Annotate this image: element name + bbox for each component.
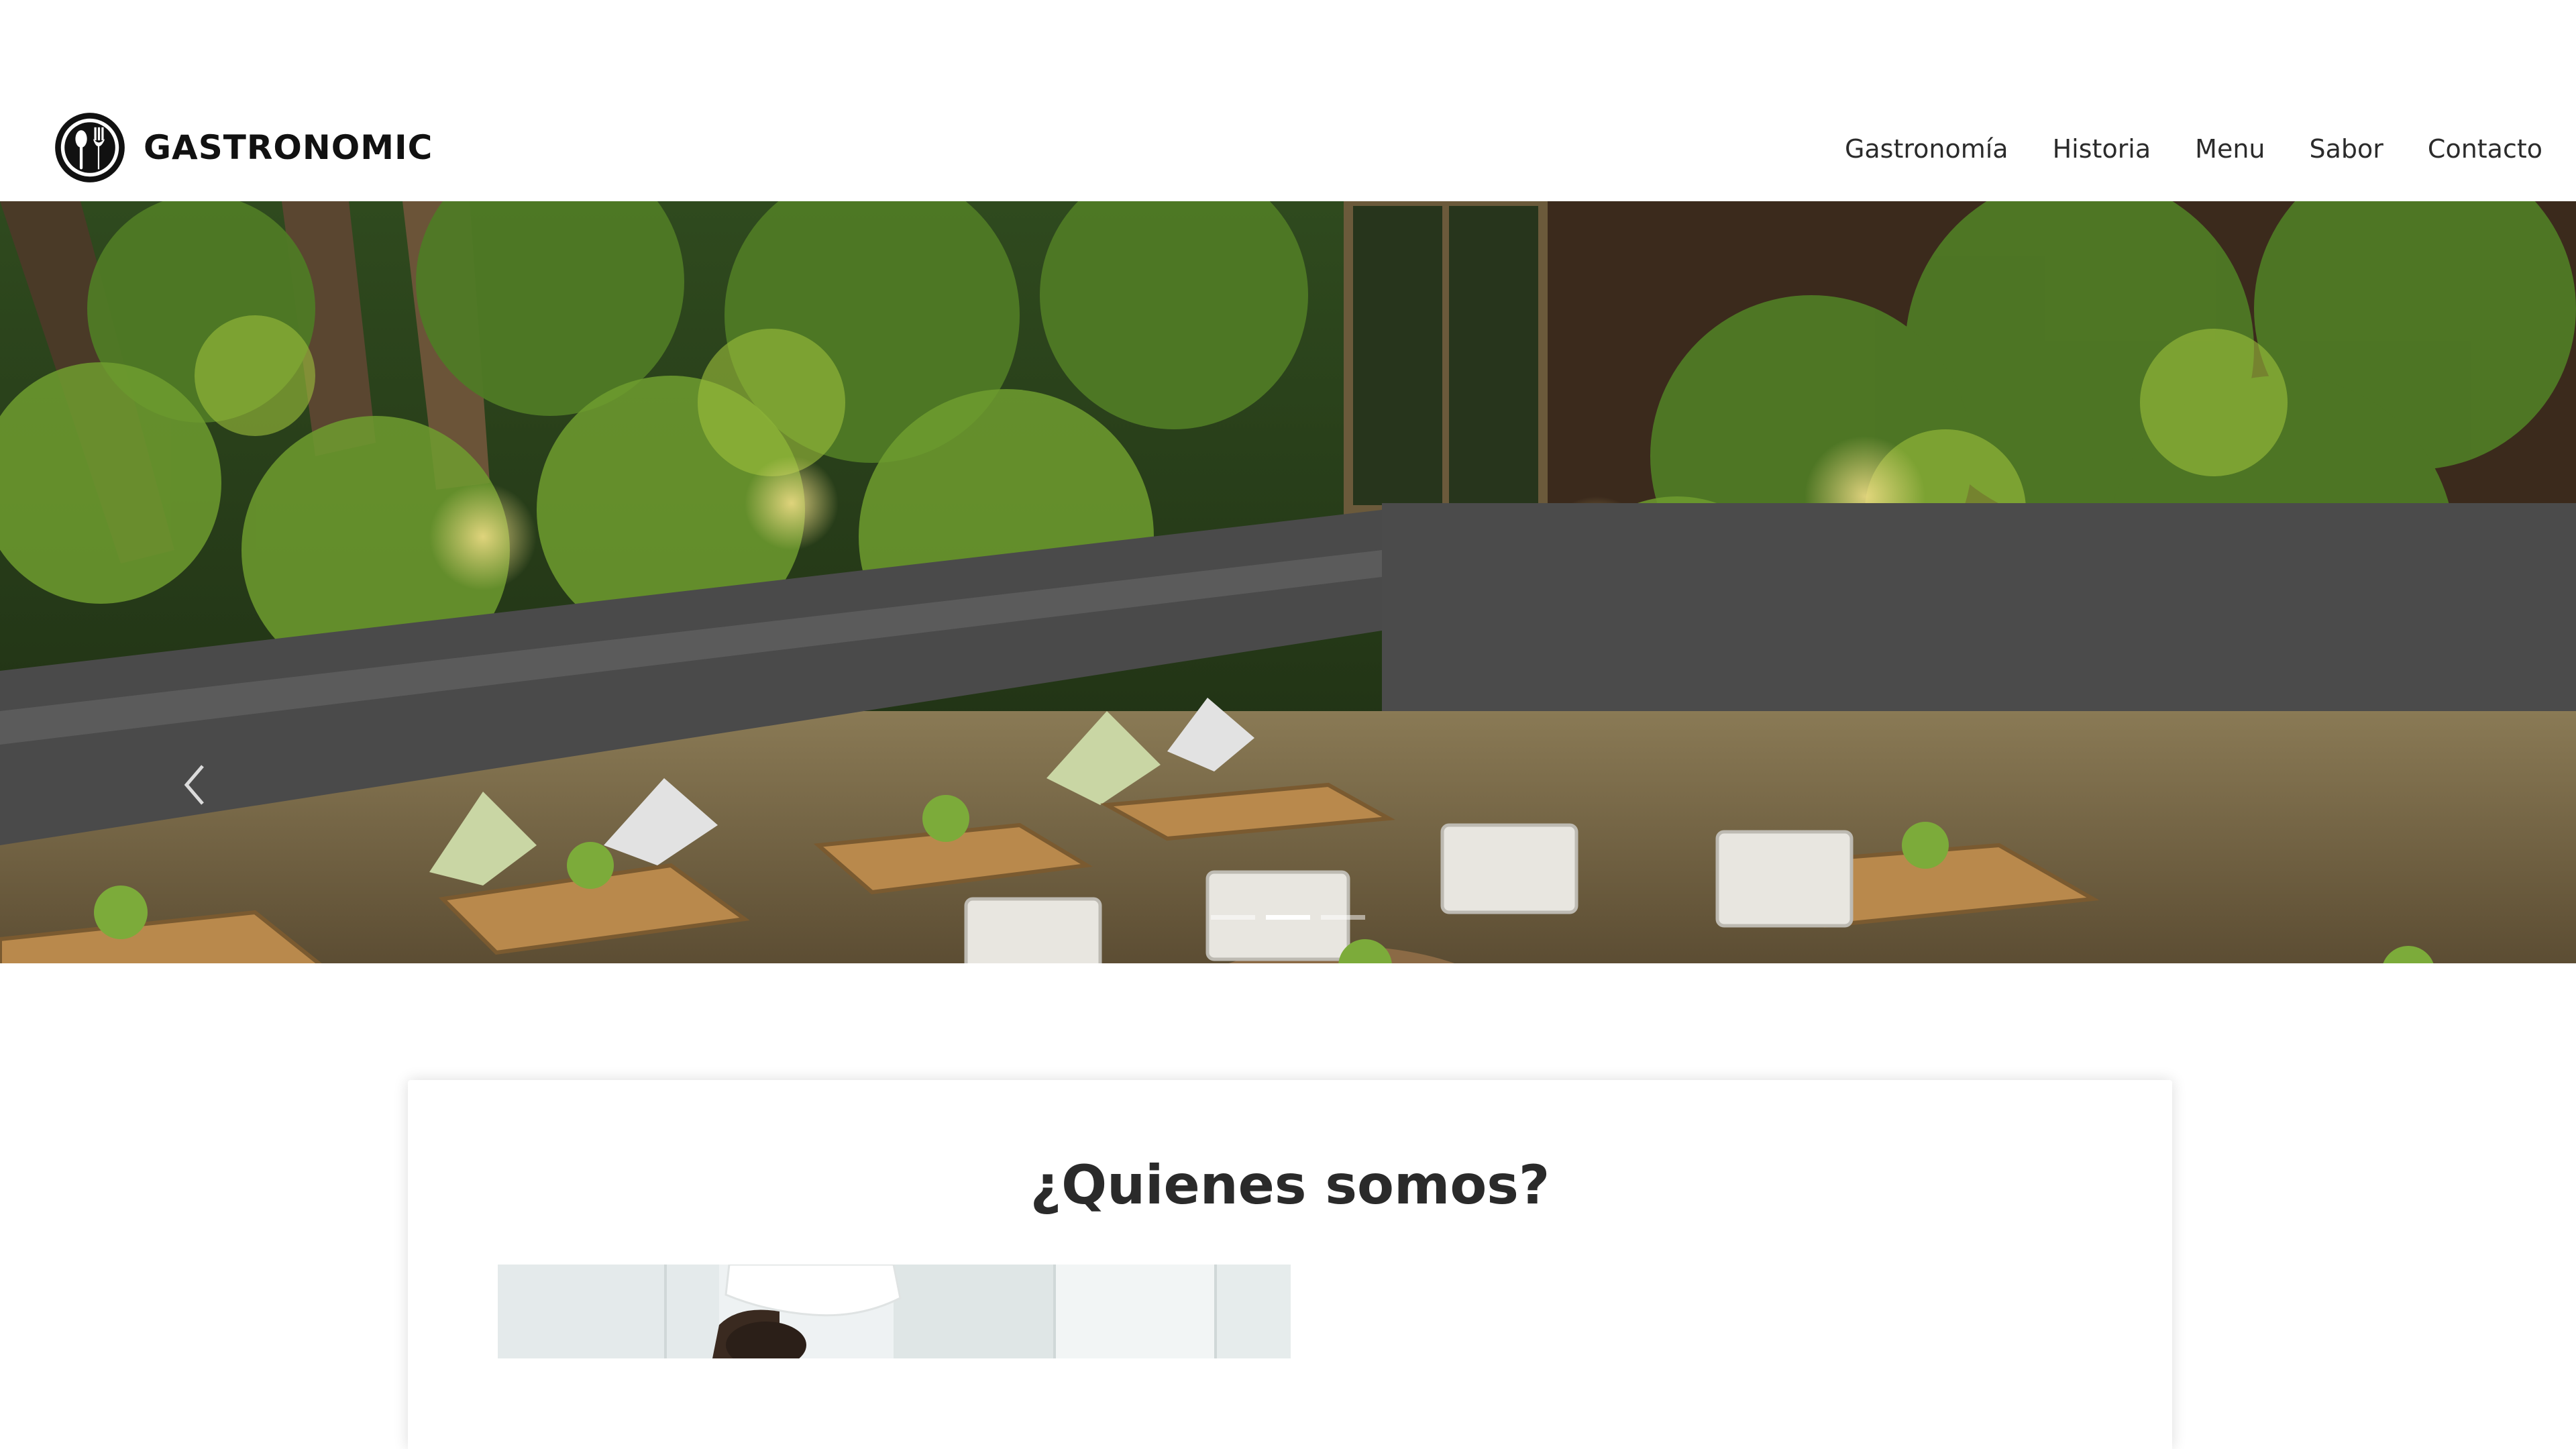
nav-link-menu[interactable]: Menu [2195, 134, 2265, 164]
nav-link-sabor[interactable]: Sabor [2310, 134, 2383, 164]
carousel-indicators [0, 915, 2576, 920]
restaurant-terrace-photo [0, 201, 2576, 963]
chef-photo-graphic [498, 1265, 1291, 1358]
nav-item: Menu [2195, 134, 2265, 164]
carousel-indicator[interactable] [1211, 915, 1255, 920]
navbar: GASTRONOMIC Gastronomía Historia Menu Sa… [0, 94, 2576, 201]
carousel-indicator[interactable] [1321, 915, 1365, 920]
brand-link[interactable]: GASTRONOMIC [54, 111, 433, 184]
page: GASTRONOMIC Gastronomía Historia Menu Sa… [0, 0, 2576, 1449]
nav-link-historia[interactable]: Historia [2053, 134, 2151, 164]
nav-item: Historia [2053, 134, 2151, 164]
nav-link-contacto[interactable]: Contacto [2428, 134, 2542, 164]
brand-name: GASTRONOMIC [144, 128, 433, 167]
nav-item: Contacto [2428, 134, 2542, 164]
chevron-left-icon [184, 765, 204, 805]
hero-carousel [0, 201, 2576, 963]
nav-link-gastronomia[interactable]: Gastronomía [1845, 134, 2008, 164]
nav-item: Sabor [2310, 134, 2383, 164]
about-title: ¿Quienes somos? [1030, 1154, 1550, 1216]
chef-photo [498, 1265, 1291, 1358]
nav-menu: Gastronomía Historia Menu Sabor Contacto [1845, 134, 2542, 164]
carousel-prev-button[interactable] [168, 758, 221, 812]
fork-spoon-icon [55, 113, 125, 182]
nav-item: Gastronomía [1845, 134, 2008, 164]
carousel-indicator-active[interactable] [1266, 915, 1310, 920]
about-card: ¿Quienes somos? [408, 1080, 2172, 1449]
